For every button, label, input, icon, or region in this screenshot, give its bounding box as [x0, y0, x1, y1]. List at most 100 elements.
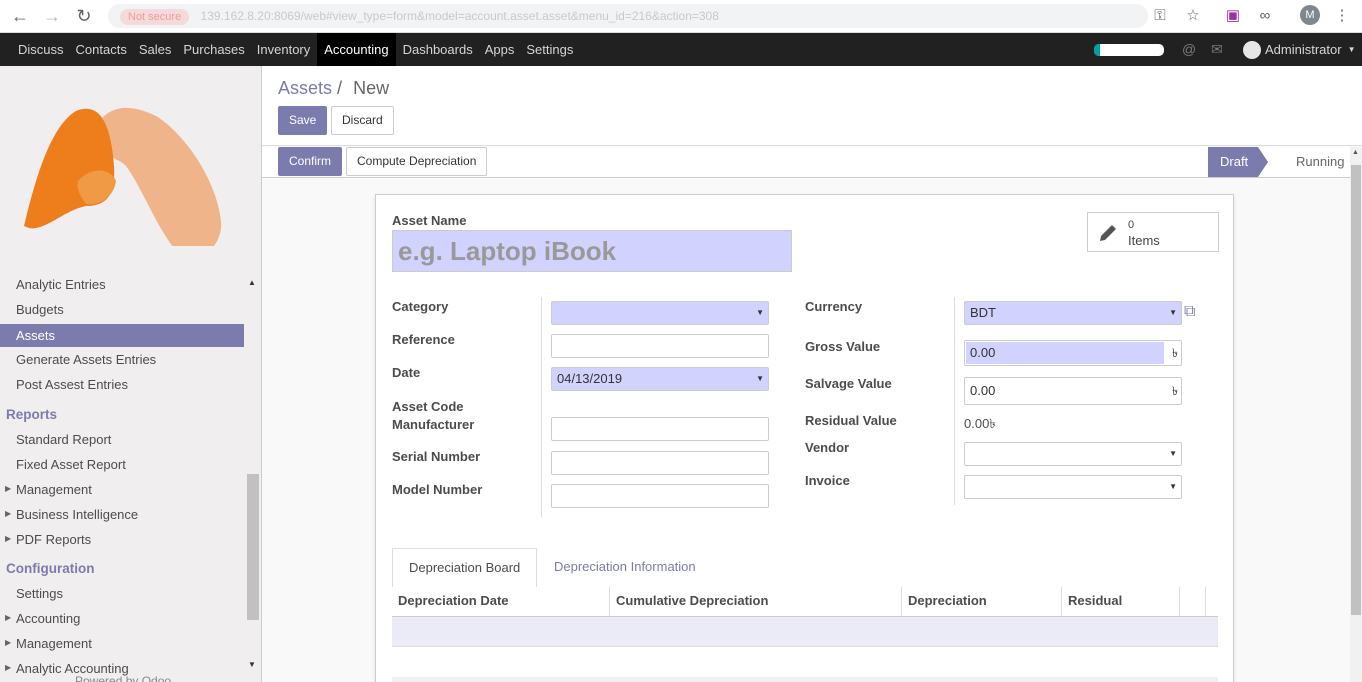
salvage-value-input[interactable]: 0.00 ৳ [964, 377, 1182, 405]
divider [954, 297, 955, 505]
menu-dashboards[interactable]: Dashboards [398, 33, 478, 66]
serial-number-input[interactable] [551, 451, 769, 475]
sidebar-item-pdf-reports[interactable]: PDF Reports [0, 528, 244, 551]
salvage-value-value: 0.00 [970, 383, 996, 398]
reference-input[interactable] [551, 334, 769, 358]
date-input[interactable]: 04/13/2019 ▼ [551, 367, 769, 391]
table-row[interactable] [392, 617, 1218, 647]
app-menu: Discuss Contacts Sales Purchases Invento… [0, 33, 580, 66]
at-icon[interactable]: @ [1182, 41, 1196, 57]
sidebar-scroll-up-icon[interactable]: ▲ [248, 278, 256, 287]
sidebar-item-budgets[interactable]: Budgets [0, 298, 244, 321]
address-bar[interactable]: Not secure 139.162.8.20:8069/web#view_ty… [108, 4, 1148, 28]
sidebar-item-assets[interactable]: Assets [0, 324, 244, 347]
menu-discuss[interactable]: Discuss [13, 33, 69, 66]
star-icon[interactable]: ☆ [1183, 6, 1203, 26]
sidebar-section-configuration: Configuration [6, 561, 95, 576]
items-count: 0 [1128, 219, 1135, 231]
discard-button[interactable]: Discard [331, 106, 394, 135]
tab-depreciation-information[interactable]: Depreciation Information [538, 548, 712, 588]
sidebar-section-reports: Reports [6, 407, 58, 422]
breadcrumb-current: New [353, 78, 390, 98]
category-select[interactable]: ▼ [551, 301, 769, 325]
control-panel: Assets / New Save Discard [262, 66, 1362, 146]
save-button[interactable]: Save [278, 106, 328, 135]
forward-arrow-icon[interactable]: → [42, 6, 62, 26]
column-depreciation-date[interactable]: Depreciation Date [392, 587, 610, 616]
main-content: Assets / New Save Discard Confirm Comput… [262, 66, 1362, 682]
breadcrumb-separator: / [337, 78, 343, 98]
sidebar-item-settings[interactable]: Settings [0, 582, 244, 605]
compute-depreciation-button[interactable]: Compute Depreciation [346, 147, 488, 176]
not-secure-badge: Not secure [120, 9, 190, 25]
column-cumulative-depreciation[interactable]: Cumulative Depreciation [610, 587, 902, 616]
sidebar-item-accounting[interactable]: Accounting [0, 607, 244, 630]
main-scrollbar[interactable]: ▲ [1350, 147, 1362, 682]
sidebar-item-generate-assets-entries[interactable]: Generate Assets Entries [0, 348, 244, 371]
menu-accounting[interactable]: Accounting [317, 33, 396, 66]
currency-symbol: ৳ [1172, 384, 1178, 398]
menu-contacts[interactable]: Contacts [71, 33, 132, 66]
asset-name-input[interactable]: e.g. Laptop iBook [392, 230, 792, 272]
reload-icon[interactable]: ↻ [74, 6, 94, 26]
column-actions [1180, 587, 1206, 616]
sidebar-item-analytic-entries[interactable]: Analytic Entries [0, 273, 244, 296]
user-menu[interactable]: Administrator ▼ [1243, 33, 1356, 66]
infinity-icon[interactable]: ∞ [1255, 6, 1275, 26]
menu-apps[interactable]: Apps [480, 33, 520, 66]
breadcrumb: Assets / New [278, 78, 389, 99]
status-draft[interactable]: Draft [1208, 147, 1258, 177]
chevron-down-icon: ▼ [1169, 482, 1177, 491]
main-scrollbar-thumb[interactable] [1351, 165, 1361, 615]
sidebar-item-management-config[interactable]: Management [0, 632, 244, 655]
tab-depreciation-board[interactable]: Depreciation Board [392, 548, 538, 588]
table-spacer [392, 647, 1218, 677]
currency-select[interactable]: BDT ▼ [964, 301, 1182, 325]
sidebar-item-fixed-asset-report[interactable]: Fixed Asset Report [0, 453, 244, 476]
invoice-select[interactable]: ▼ [964, 475, 1182, 499]
gross-value-input[interactable]: 0.00 ৳ [964, 340, 1182, 366]
notebook-tabs: Depreciation Board Depreciation Informat… [392, 548, 1218, 588]
sidebar-item-standard-report[interactable]: Standard Report [0, 428, 244, 451]
sidebar-scroll-down-icon[interactable]: ▼ [248, 660, 256, 669]
gross-value-label: Gross Value [805, 339, 881, 354]
sidebar-scrollbar-thumb[interactable] [247, 474, 259, 620]
powered-by[interactable]: Powered by Odoo [75, 674, 171, 682]
profile-avatar[interactable]: M [1300, 5, 1320, 25]
browser-menu-icon[interactable]: ⋮ [1332, 6, 1352, 26]
chevron-down-icon: ▼ [1169, 308, 1177, 317]
asset-code-manufacturer-label: Asset Code Manufacturer [392, 399, 475, 432]
gross-value-value: 0.00 [966, 342, 1164, 364]
back-arrow-icon[interactable]: ← [10, 6, 30, 26]
breadcrumb-assets-link[interactable]: Assets [278, 78, 332, 98]
asset-code-manufacturer-input[interactable] [551, 417, 769, 441]
key-icon[interactable]: ⚿ [1150, 6, 1170, 26]
scroll-up-icon[interactable]: ▲ [1352, 149, 1359, 156]
reference-label: Reference [392, 332, 455, 347]
loading-progress-bar [1094, 44, 1164, 56]
extension-icon[interactable]: ▣ [1223, 6, 1243, 26]
vendor-select[interactable]: ▼ [964, 442, 1182, 466]
external-link-icon[interactable]: ⧉ [1184, 303, 1195, 321]
menu-settings[interactable]: Settings [521, 33, 578, 66]
residual-value: 0.00৳ [964, 416, 996, 431]
column-residual[interactable]: Residual [1062, 587, 1180, 616]
menu-inventory[interactable]: Inventory [252, 33, 315, 66]
confirm-button[interactable]: Confirm [278, 147, 343, 176]
sidebar-item-management[interactable]: Management [0, 478, 244, 501]
chat-icon[interactable]: ✉ [1211, 41, 1223, 58]
date-value: 04/13/2019 [557, 371, 623, 386]
model-number-input[interactable] [551, 484, 769, 508]
table-footer [392, 677, 1218, 682]
menu-purchases[interactable]: Purchases [178, 33, 249, 66]
caret-down-icon: ▼ [1347, 45, 1356, 54]
date-label: Date [392, 365, 421, 380]
items-smart-button[interactable]: 0 Items [1087, 212, 1219, 252]
sidebar-item-business-intelligence[interactable]: Business Intelligence [0, 503, 244, 526]
menu-sales[interactable]: Sales [134, 33, 177, 66]
serial-number-label: Serial Number [392, 449, 481, 464]
sidebar-item-post-assest-entries[interactable]: Post Assest Entries [0, 373, 244, 396]
status-running[interactable]: Running [1296, 147, 1344, 177]
column-depreciation[interactable]: Depreciation [902, 587, 1062, 616]
asset-name-label: Asset Name [392, 213, 467, 228]
